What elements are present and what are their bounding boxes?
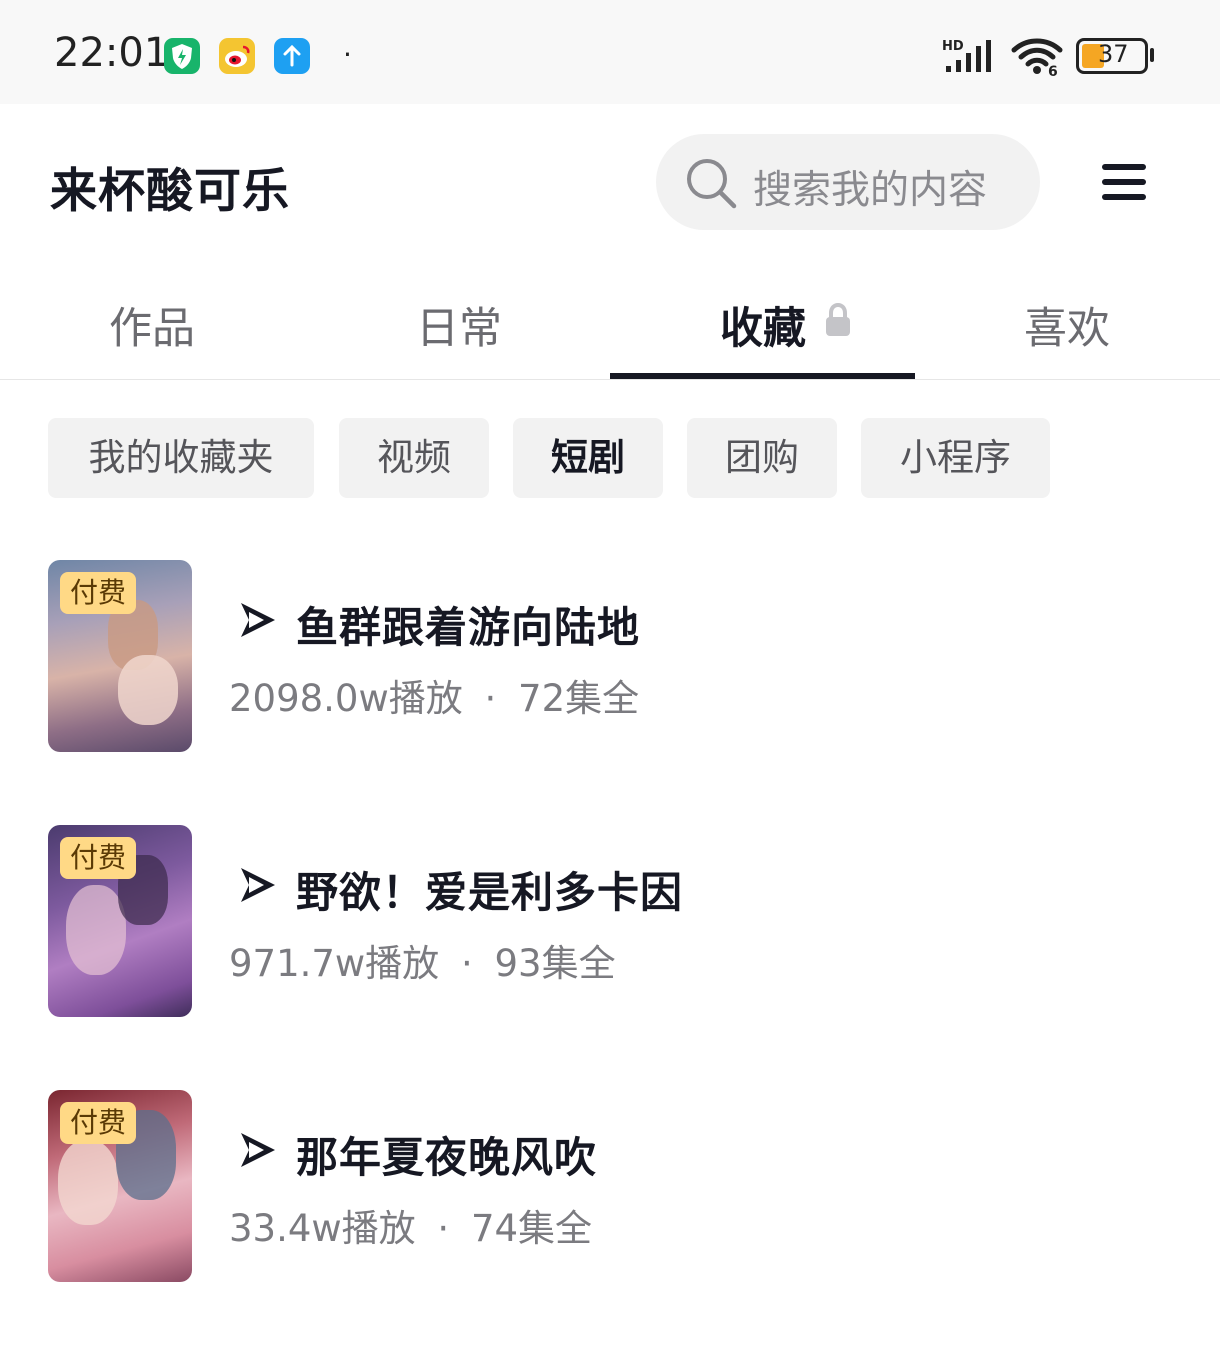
notification-dot: ·: [343, 38, 352, 71]
shield-app-icon: [164, 38, 200, 74]
play-count: 33.4w播放: [229, 1207, 416, 1250]
episode-count: 72集全: [518, 677, 640, 720]
drama-meta: 33.4w播放 · 74集全: [229, 1198, 592, 1252]
hamburger-menu-icon[interactable]: [1102, 160, 1146, 204]
chip-videos[interactable]: 视频: [339, 418, 489, 498]
drama-meta: 971.7w播放 · 93集全: [229, 933, 616, 987]
meta-separator: ·: [437, 1207, 450, 1250]
play-count: 971.7w播放: [229, 942, 440, 985]
drama-title[interactable]: 那年夏夜晚风吹: [296, 1124, 597, 1185]
status-bar: 22:01 · HD 6 37: [0, 0, 1220, 104]
drama-poster[interactable]: 付费: [48, 825, 192, 1017]
search-icon: [684, 156, 738, 214]
network-type-label: HD: [942, 39, 964, 54]
lock-icon: [824, 302, 852, 341]
chip-group-buy[interactable]: 团购: [687, 418, 837, 498]
paid-badge: 付费: [60, 572, 137, 614]
short-drama-icon: [238, 1130, 278, 1174]
list-item[interactable]: 付费 野欲！爱是利多卡因 971.7w播放 · 93集全: [0, 825, 1220, 1017]
drama-title[interactable]: 鱼群跟着游向陆地: [296, 594, 640, 655]
page-title: 来杯酸可乐: [50, 164, 290, 219]
battery-level: 37: [1098, 40, 1129, 68]
chip-short-dramas[interactable]: 短剧: [513, 418, 663, 498]
chip-my-folders[interactable]: 我的收藏夹: [48, 418, 314, 498]
signal-icon: HD: [942, 38, 998, 78]
svg-text:6: 6: [1048, 64, 1058, 76]
tab-daily[interactable]: 日常: [416, 294, 502, 356]
list-item[interactable]: 付费 鱼群跟着游向陆地 2098.0w播放 · 72集全: [0, 560, 1220, 752]
battery-icon: 37: [1076, 38, 1154, 74]
weibo-icon: [219, 38, 255, 74]
search-placeholder: 搜索我的内容: [753, 168, 988, 213]
short-drama-icon: [238, 600, 278, 644]
wifi-icon: 6: [1010, 38, 1064, 80]
short-drama-icon: [238, 865, 278, 909]
episode-count: 93集全: [494, 942, 616, 985]
drama-poster[interactable]: 付费: [48, 560, 192, 752]
upload-app-icon: [274, 38, 310, 74]
drama-meta: 2098.0w播放 · 72集全: [229, 668, 639, 722]
clock: 22:01: [54, 30, 170, 76]
paid-badge: 付费: [60, 837, 137, 879]
episode-count: 74集全: [470, 1207, 593, 1250]
chip-mini-programs[interactable]: 小程序: [861, 418, 1050, 498]
drama-title[interactable]: 野欲！爱是利多卡因: [296, 859, 683, 920]
tab-works[interactable]: 作品: [109, 294, 195, 356]
paid-badge: 付费: [60, 1102, 137, 1144]
meta-separator: ·: [484, 677, 497, 720]
drama-poster[interactable]: 付费: [48, 1090, 192, 1282]
tab-favorites[interactable]: 收藏: [720, 294, 806, 356]
tab-divider: [0, 379, 1220, 380]
play-count: 2098.0w播放: [229, 677, 463, 720]
meta-separator: ·: [460, 942, 473, 985]
tab-likes[interactable]: 喜欢: [1024, 294, 1110, 356]
list-item[interactable]: 付费 那年夏夜晚风吹 33.4w播放 · 74集全: [0, 1090, 1220, 1282]
